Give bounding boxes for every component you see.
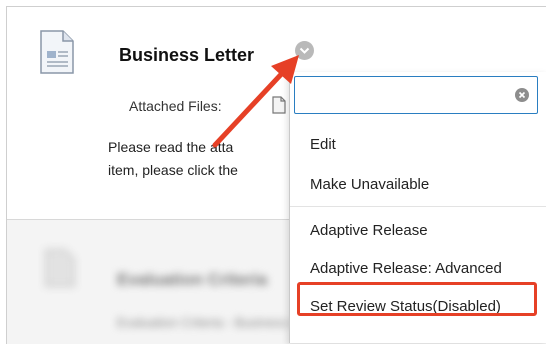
item-description-line: Please read the atta <box>108 139 234 155</box>
annotation-highlight-box <box>297 282 537 316</box>
context-menu: Edit Make Unavailable Adaptive Release A… <box>289 72 546 343</box>
menu-item-adaptive-release[interactable]: Adaptive Release <box>310 222 428 239</box>
menu-search-input[interactable] <box>294 76 538 114</box>
document-icon <box>37 29 77 80</box>
blurred-item-title: Evaluation Criteria <box>117 270 268 289</box>
menu-divider <box>290 206 546 207</box>
menu-item-adaptive-release-advanced[interactable]: Adaptive Release: Advanced <box>310 260 502 277</box>
item-title[interactable]: Business Letter <box>119 45 254 66</box>
attached-files-label: Attached Files: <box>129 98 222 114</box>
menu-item-edit[interactable]: Edit <box>310 136 336 153</box>
chevron-down-icon[interactable] <box>295 41 314 60</box>
document-icon <box>43 248 77 293</box>
menu-item-make-unavailable[interactable]: Make Unavailable <box>310 176 429 193</box>
attachment-icon[interactable] <box>271 96 287 119</box>
item-description-line: item, please click the <box>108 162 238 178</box>
clear-icon[interactable] <box>515 88 529 107</box>
